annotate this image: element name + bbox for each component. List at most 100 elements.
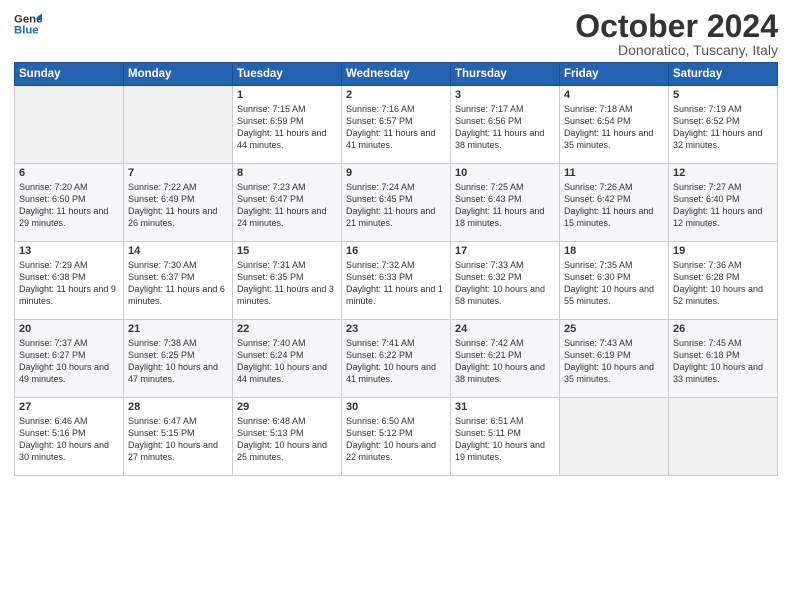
- day-info: Sunrise: 7:23 AM Sunset: 6:47 PM Dayligh…: [237, 181, 337, 230]
- calendar-cell: 9 Sunrise: 7:24 AM Sunset: 6:45 PM Daylig…: [342, 164, 451, 242]
- day-info: Sunrise: 6:50 AM Sunset: 5:12 PM Dayligh…: [346, 415, 446, 464]
- calendar-cell: [124, 86, 233, 164]
- calendar-cell: 30 Sunrise: 6:50 AM Sunset: 5:12 PM Dayli…: [342, 398, 451, 476]
- calendar-cell: 31Sunrise: 6:51 AM Sunset: 5:11 PM Dayli…: [451, 398, 560, 476]
- day-number: 9: [346, 167, 446, 179]
- day-number: 1: [237, 89, 337, 101]
- day-info: Sunrise: 7:26 AM Sunset: 6:42 PM Dayligh…: [564, 181, 664, 230]
- day-info: Sunrise: 7:16 AM Sunset: 6:57 PM Dayligh…: [346, 103, 446, 152]
- calendar-cell: 19Sunrise: 7:36 AM Sunset: 6:28 PM Dayli…: [669, 242, 778, 320]
- calendar-cell: 18Sunrise: 7:35 AM Sunset: 6:30 PM Dayli…: [560, 242, 669, 320]
- day-info: Sunrise: 7:33 AM Sunset: 6:32 PM Dayligh…: [455, 259, 555, 308]
- calendar-cell: 21 Sunrise: 7:38 AM Sunset: 6:25 PM Dayli…: [124, 320, 233, 398]
- calendar-cell: 23 Sunrise: 7:41 AM Sunset: 6:22 PM Dayli…: [342, 320, 451, 398]
- calendar-cell: 1 Sunrise: 7:15 AM Sunset: 6:59 PM Daylig…: [233, 86, 342, 164]
- calendar-cell: 16 Sunrise: 7:32 AM Sunset: 6:33 PM Dayli…: [342, 242, 451, 320]
- title-block: October 2024 Donoratico, Tuscany, Italy: [575, 10, 778, 58]
- day-number: 18: [564, 245, 664, 257]
- calendar-week-1: 1 Sunrise: 7:15 AM Sunset: 6:59 PM Daylig…: [15, 86, 778, 164]
- calendar-header-row: Sunday Monday Tuesday Wednesday Thursday…: [15, 63, 778, 86]
- col-sunday: Sunday: [15, 63, 124, 86]
- day-number: 8: [237, 167, 337, 179]
- calendar-cell: [560, 398, 669, 476]
- day-info: Sunrise: 7:17 AM Sunset: 6:56 PM Dayligh…: [455, 103, 555, 152]
- day-number: 5: [673, 89, 773, 101]
- day-info: Sunrise: 7:29 AM Sunset: 6:38 PM Dayligh…: [19, 259, 119, 308]
- day-info: Sunrise: 7:40 AM Sunset: 6:24 PM Dayligh…: [237, 337, 337, 386]
- day-number: 13: [19, 245, 119, 257]
- day-info: Sunrise: 7:18 AM Sunset: 6:54 PM Dayligh…: [564, 103, 664, 152]
- day-number: 7: [128, 167, 228, 179]
- calendar-cell: 25 Sunrise: 7:43 AM Sunset: 6:19 PM Dayli…: [560, 320, 669, 398]
- day-number: 22: [237, 323, 337, 335]
- day-number: 27: [19, 401, 119, 413]
- day-info: Sunrise: 7:42 AM Sunset: 6:21 PM Dayligh…: [455, 337, 555, 386]
- calendar-cell: 5 Sunrise: 7:19 AM Sunset: 6:52 PM Daylig…: [669, 86, 778, 164]
- day-info: Sunrise: 7:20 AM Sunset: 6:50 PM Dayligh…: [19, 181, 119, 230]
- calendar-cell: 6Sunrise: 7:20 AM Sunset: 6:50 PM Daylig…: [15, 164, 124, 242]
- day-info: Sunrise: 7:37 AM Sunset: 6:27 PM Dayligh…: [19, 337, 119, 386]
- day-number: 10: [455, 167, 555, 179]
- day-info: Sunrise: 7:38 AM Sunset: 6:25 PM Dayligh…: [128, 337, 228, 386]
- calendar-week-3: 13 Sunrise: 7:29 AM Sunset: 6:38 PM Dayli…: [15, 242, 778, 320]
- day-number: 2: [346, 89, 446, 101]
- col-tuesday: Tuesday: [233, 63, 342, 86]
- day-info: Sunrise: 7:25 AM Sunset: 6:43 PM Dayligh…: [455, 181, 555, 230]
- day-number: 15: [237, 245, 337, 257]
- calendar-body: 1 Sunrise: 7:15 AM Sunset: 6:59 PM Daylig…: [15, 86, 778, 476]
- day-number: 31: [455, 401, 555, 413]
- day-info: Sunrise: 7:32 AM Sunset: 6:33 PM Dayligh…: [346, 259, 446, 308]
- location: Donoratico, Tuscany, Italy: [575, 42, 778, 58]
- day-number: 30: [346, 401, 446, 413]
- day-info: Sunrise: 7:36 AM Sunset: 6:28 PM Dayligh…: [673, 259, 773, 308]
- day-number: 29: [237, 401, 337, 413]
- col-thursday: Thursday: [451, 63, 560, 86]
- day-info: Sunrise: 7:15 AM Sunset: 6:59 PM Dayligh…: [237, 103, 337, 152]
- calendar-cell: 14 Sunrise: 7:30 AM Sunset: 6:37 PM Dayli…: [124, 242, 233, 320]
- day-number: 21: [128, 323, 228, 335]
- calendar-cell: 20 Sunrise: 7:37 AM Sunset: 6:27 PM Dayli…: [15, 320, 124, 398]
- day-info: Sunrise: 7:41 AM Sunset: 6:22 PM Dayligh…: [346, 337, 446, 386]
- day-number: 24: [455, 323, 555, 335]
- calendar-table: Sunday Monday Tuesday Wednesday Thursday…: [14, 62, 778, 476]
- col-friday: Friday: [560, 63, 669, 86]
- svg-text:Blue: Blue: [14, 25, 39, 37]
- calendar-week-4: 20 Sunrise: 7:37 AM Sunset: 6:27 PM Dayli…: [15, 320, 778, 398]
- calendar-cell: 26Sunrise: 7:45 AM Sunset: 6:18 PM Dayli…: [669, 320, 778, 398]
- day-number: 14: [128, 245, 228, 257]
- day-info: Sunrise: 7:24 AM Sunset: 6:45 PM Dayligh…: [346, 181, 446, 230]
- day-number: 12: [673, 167, 773, 179]
- svg-text:General: General: [14, 13, 42, 25]
- day-number: 20: [19, 323, 119, 335]
- day-number: 3: [455, 89, 555, 101]
- day-info: Sunrise: 6:47 AM Sunset: 5:15 PM Dayligh…: [128, 415, 228, 464]
- day-number: 26: [673, 323, 773, 335]
- col-wednesday: Wednesday: [342, 63, 451, 86]
- day-info: Sunrise: 7:22 AM Sunset: 6:49 PM Dayligh…: [128, 181, 228, 230]
- calendar-cell: 24 Sunrise: 7:42 AM Sunset: 6:21 PM Dayli…: [451, 320, 560, 398]
- day-number: 23: [346, 323, 446, 335]
- day-info: Sunrise: 7:30 AM Sunset: 6:37 PM Dayligh…: [128, 259, 228, 308]
- calendar-cell: 3 Sunrise: 7:17 AM Sunset: 6:56 PM Daylig…: [451, 86, 560, 164]
- calendar-cell: 12 Sunrise: 7:27 AM Sunset: 6:40 PM Dayli…: [669, 164, 778, 242]
- day-info: Sunrise: 7:43 AM Sunset: 6:19 PM Dayligh…: [564, 337, 664, 386]
- col-saturday: Saturday: [669, 63, 778, 86]
- calendar-cell: 10 Sunrise: 7:25 AM Sunset: 6:43 PM Dayli…: [451, 164, 560, 242]
- calendar-cell: 28Sunrise: 6:47 AM Sunset: 5:15 PM Dayli…: [124, 398, 233, 476]
- day-number: 25: [564, 323, 664, 335]
- day-info: Sunrise: 7:19 AM Sunset: 6:52 PM Dayligh…: [673, 103, 773, 152]
- month-title: October 2024: [575, 10, 778, 42]
- col-monday: Monday: [124, 63, 233, 86]
- day-info: Sunrise: 6:48 AM Sunset: 5:13 PM Dayligh…: [237, 415, 337, 464]
- calendar-cell: 13 Sunrise: 7:29 AM Sunset: 6:38 PM Dayli…: [15, 242, 124, 320]
- calendar-cell: 17Sunrise: 7:33 AM Sunset: 6:32 PM Dayli…: [451, 242, 560, 320]
- calendar-cell: 4Sunrise: 7:18 AM Sunset: 6:54 PM Daylig…: [560, 86, 669, 164]
- logo-icon: General Blue: [14, 10, 42, 38]
- calendar-cell: 2 Sunrise: 7:16 AM Sunset: 6:57 PM Daylig…: [342, 86, 451, 164]
- calendar-cell: 27 Sunrise: 6:46 AM Sunset: 5:16 PM Dayli…: [15, 398, 124, 476]
- day-number: 16: [346, 245, 446, 257]
- calendar-cell: 8 Sunrise: 7:23 AM Sunset: 6:47 PM Daylig…: [233, 164, 342, 242]
- day-info: Sunrise: 6:46 AM Sunset: 5:16 PM Dayligh…: [19, 415, 119, 464]
- calendar-cell: [669, 398, 778, 476]
- day-info: Sunrise: 7:27 AM Sunset: 6:40 PM Dayligh…: [673, 181, 773, 230]
